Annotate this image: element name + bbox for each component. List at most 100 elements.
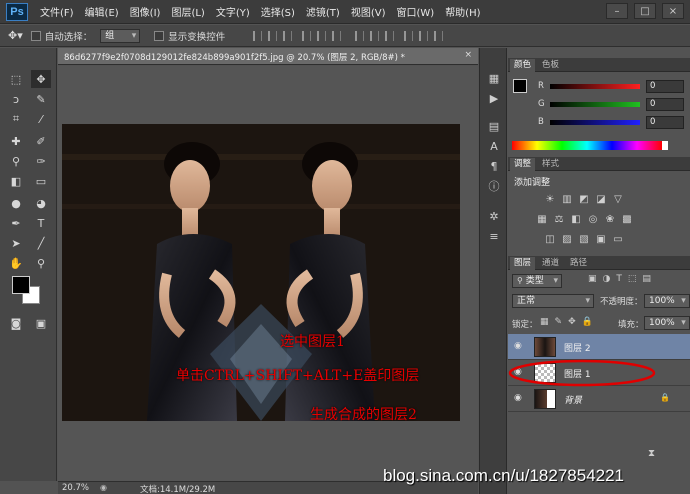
tab-channels[interactable]: 通道 xyxy=(538,257,563,270)
invert-icon[interactable]: ◫ xyxy=(544,234,556,245)
blur-tool-icon[interactable]: ● xyxy=(6,194,26,212)
move-tool-preset-icon[interactable]: ✥▾ xyxy=(8,29,23,42)
filter-shape-icon[interactable]: ⬚ xyxy=(628,274,637,284)
menu-window[interactable]: 窗口(W) xyxy=(396,4,434,19)
pen-tool-icon[interactable]: ✒ xyxy=(6,214,26,232)
tab-adjustments[interactable]: 调整 xyxy=(510,158,536,171)
visibility-eye-icon[interactable]: ◉ xyxy=(514,341,522,351)
posterize-icon[interactable]: ▨ xyxy=(561,234,573,245)
character-panel-icon[interactable]: A xyxy=(486,138,502,154)
menu-view[interactable]: 视图(V) xyxy=(351,4,386,19)
document-canvas[interactable]: 选中图层1 单击CTRL+SHIFT+ALT+E盖印图层 生成合成的图层2 xyxy=(62,124,460,421)
opacity-field[interactable]: 100% xyxy=(644,294,690,308)
tab-paths[interactable]: 路径 xyxy=(566,257,591,270)
channel-g-slider[interactable] xyxy=(550,102,640,107)
distribute-top-icon[interactable] xyxy=(355,30,365,41)
crop-tool-icon[interactable]: ⌗ xyxy=(6,110,26,128)
align-top-icon[interactable] xyxy=(253,30,263,41)
gradient-tool-icon[interactable]: ▭ xyxy=(31,172,51,190)
distribute-vcenter-icon[interactable] xyxy=(370,30,380,41)
align-vcenter-icon[interactable] xyxy=(268,30,278,41)
auto-select-dropdown[interactable]: 组 xyxy=(100,28,141,43)
foreground-color-swatch[interactable] xyxy=(12,276,30,294)
close-button[interactable]: × xyxy=(662,3,684,19)
color-balance-icon[interactable]: ⚖ xyxy=(553,214,565,225)
filter-adjust-icon[interactable]: ◑ xyxy=(603,274,611,284)
exposure-icon[interactable]: ◪ xyxy=(595,194,607,205)
layer-filter-dropdown[interactable]: ⚲ 类型 xyxy=(512,274,562,288)
properties-panel-icon[interactable]: ▤ xyxy=(486,118,502,134)
align-right-icon[interactable] xyxy=(332,30,342,41)
distribute-hcenter-icon[interactable] xyxy=(419,30,429,41)
tab-color[interactable]: 颜色 xyxy=(510,59,536,72)
color-panel-foreground[interactable] xyxy=(513,79,527,93)
fill-field[interactable]: 100% xyxy=(644,316,690,330)
distribute-right-icon[interactable] xyxy=(434,30,444,41)
filter-pixel-icon[interactable]: ▣ xyxy=(588,274,597,284)
hand-tool-icon[interactable]: ✋ xyxy=(6,254,26,272)
screen-mode-icon[interactable]: ▣ xyxy=(31,314,51,332)
paragraph-panel-icon[interactable]: ¶ xyxy=(486,158,502,174)
brush-tool-icon[interactable]: ✐ xyxy=(31,132,51,150)
align-hcenter-icon[interactable] xyxy=(317,30,327,41)
brightness-icon[interactable]: ☀ xyxy=(544,194,556,205)
lock-pixels-icon[interactable]: ✎ xyxy=(555,317,563,327)
vibrance-icon[interactable]: ▽ xyxy=(612,194,624,205)
minimize-button[interactable]: – xyxy=(606,3,628,19)
black-white-icon[interactable]: ◧ xyxy=(570,214,582,225)
channel-b-slider[interactable] xyxy=(550,120,640,125)
filter-type-icon[interactable]: T xyxy=(616,274,622,284)
channel-g-value[interactable]: 0 xyxy=(646,98,684,111)
quick-select-tool-icon[interactable]: ✎ xyxy=(31,90,51,108)
menu-help[interactable]: 帮助(H) xyxy=(445,4,480,19)
layer-row-background[interactable]: ◉ 背景 🔒 xyxy=(508,386,690,412)
type-tool-icon[interactable]: T xyxy=(31,214,51,232)
history-brush-icon[interactable]: ✑ xyxy=(31,152,51,170)
tab-layers[interactable]: 图层 xyxy=(510,257,536,270)
lock-transparent-icon[interactable]: ▦ xyxy=(540,317,549,327)
hue-sat-icon[interactable]: ▦ xyxy=(536,214,548,225)
brush-panel-icon[interactable]: ≡ xyxy=(486,228,502,244)
lock-all-icon[interactable]: 🔒 xyxy=(582,317,593,327)
document-tab[interactable]: 86d6277f9e2f0708d129012fe824b899a901f2f5… xyxy=(58,48,478,65)
menu-type[interactable]: 文字(Y) xyxy=(216,4,250,19)
tab-swatches[interactable]: 色板 xyxy=(538,59,563,72)
blend-mode-dropdown[interactable]: 正常 xyxy=(512,294,594,308)
move-tool-icon[interactable]: ✥ xyxy=(31,70,51,88)
distribute-bottom-icon[interactable] xyxy=(385,30,395,41)
channel-b-value[interactable]: 0 xyxy=(646,116,684,129)
photo-filter-icon[interactable]: ◎ xyxy=(587,214,599,225)
dodge-tool-icon[interactable]: ◕ xyxy=(31,194,51,212)
levels-icon[interactable]: ▥ xyxy=(561,194,573,205)
path-select-tool-icon[interactable]: ➤ xyxy=(6,234,26,252)
menu-image[interactable]: 图像(I) xyxy=(130,4,161,19)
spectrum-white-swatch[interactable] xyxy=(662,141,668,150)
menu-layer[interactable]: 图层(L) xyxy=(171,4,204,19)
visibility-eye-icon[interactable]: ◉ xyxy=(514,393,522,403)
menu-select[interactable]: 选择(S) xyxy=(261,4,295,19)
lasso-tool-icon[interactable]: ↄ xyxy=(6,90,26,108)
status-menu-icon[interactable]: ◉ xyxy=(100,483,107,492)
layer-row-2[interactable]: ◉ 图层 2 xyxy=(508,334,690,360)
show-transform-checkbox[interactable] xyxy=(154,30,165,41)
line-tool-icon[interactable]: ╱ xyxy=(31,234,51,252)
threshold-icon[interactable]: ▧ xyxy=(578,234,590,245)
maximize-button[interactable]: □ xyxy=(634,3,656,19)
history-panel-icon[interactable]: ▦ xyxy=(486,70,502,86)
zoom-tool-icon[interactable]: ⚲ xyxy=(31,254,51,272)
align-bottom-icon[interactable] xyxy=(283,30,293,41)
color-spectrum-bar[interactable] xyxy=(512,141,662,150)
lock-position-icon[interactable]: ✥ xyxy=(568,317,576,327)
menu-file[interactable]: 文件(F) xyxy=(40,4,74,19)
healing-brush-icon[interactable]: ✚ xyxy=(6,132,26,150)
distribute-left-icon[interactable] xyxy=(404,30,414,41)
eraser-tool-icon[interactable]: ◧ xyxy=(6,172,26,190)
channel-mixer-icon[interactable]: ❀ xyxy=(604,214,616,225)
marquee-tool-icon[interactable]: ⬚ xyxy=(6,70,26,88)
quick-mask-icon[interactable]: ◙ xyxy=(6,314,26,332)
tool-presets-icon[interactable]: ✲ xyxy=(486,208,502,224)
info-panel-icon[interactable]: ⓘ xyxy=(486,178,502,194)
document-close-icon[interactable]: × xyxy=(464,50,472,60)
channel-r-value[interactable]: 0 xyxy=(646,80,684,93)
filter-smart-icon[interactable]: ▤ xyxy=(642,274,651,284)
